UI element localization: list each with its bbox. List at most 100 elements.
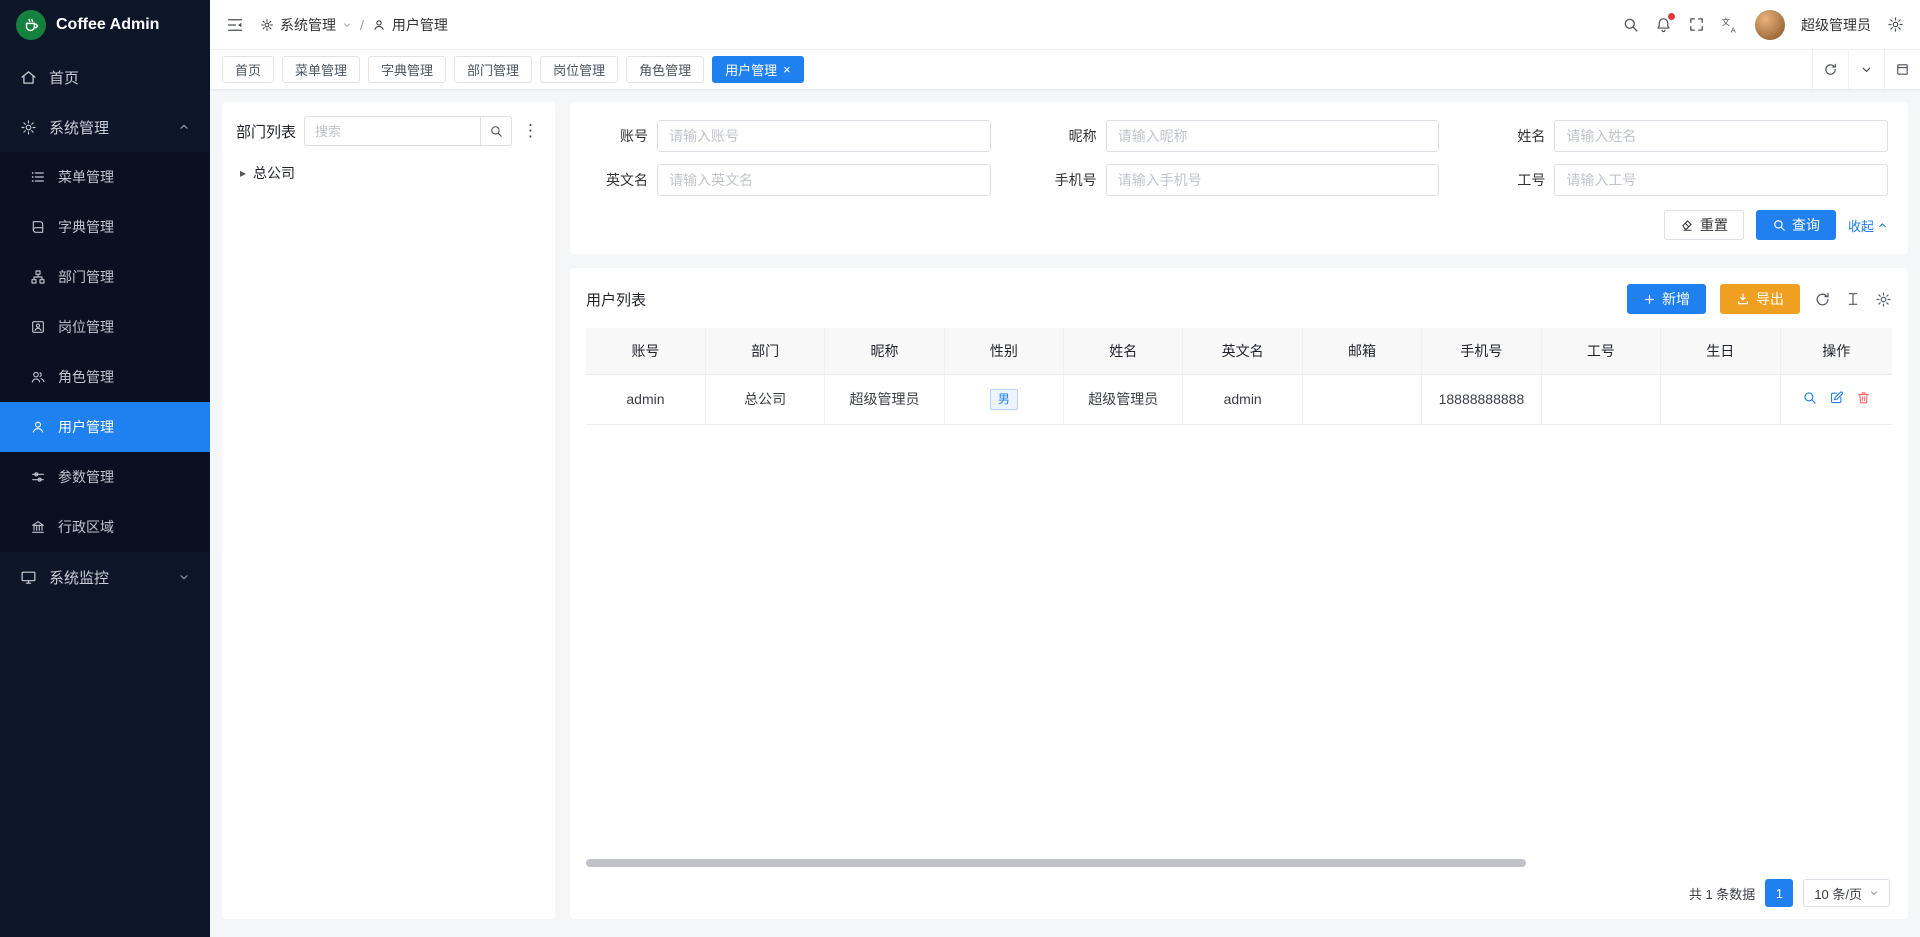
tab-department-management[interactable]: 部门管理: [454, 56, 532, 83]
column-header-phone: 手机号: [1422, 328, 1541, 374]
tab-home[interactable]: 首页: [222, 56, 274, 83]
notification-dot: [1668, 13, 1675, 20]
field-label: 工号: [1487, 170, 1545, 190]
monitor-icon: [20, 569, 37, 586]
chevron-down-icon[interactable]: [1848, 50, 1884, 89]
cell-english-name: admin: [1183, 374, 1302, 424]
department-tree: ▸ 总公司: [236, 158, 541, 188]
account-input[interactable]: [657, 120, 991, 152]
maximize-icon[interactable]: [1884, 50, 1920, 89]
view-icon[interactable]: [1802, 390, 1817, 405]
sidebar-item-role-management[interactable]: 角色管理: [0, 352, 210, 402]
tab-label: 字典管理: [381, 60, 433, 79]
refresh-icon[interactable]: [1814, 291, 1831, 308]
breadcrumb-label: 用户管理: [392, 15, 448, 35]
tab-role-management[interactable]: 角色管理: [626, 56, 704, 83]
svg-text:A: A: [1731, 25, 1736, 34]
column-settings-gear-icon[interactable]: [1875, 291, 1892, 308]
cell-work-no: [1541, 374, 1660, 424]
tree-node-company[interactable]: ▸ 总公司: [236, 158, 541, 188]
breadcrumb-item-system[interactable]: 系统管理: [260, 15, 352, 35]
column-header-english-name: 英文名: [1183, 328, 1302, 374]
collapse-toggle[interactable]: 收起: [1848, 216, 1888, 235]
row-height-icon[interactable]: [1845, 291, 1861, 307]
edit-icon[interactable]: [1829, 390, 1844, 405]
search-icon[interactable]: [480, 116, 512, 146]
user-name[interactable]: 超级管理员: [1801, 15, 1871, 35]
sidebar-item-admin-region[interactable]: 行政区域: [0, 502, 210, 552]
settings-gear-icon[interactable]: [1887, 16, 1904, 33]
caret-right-icon[interactable]: ▸: [240, 166, 246, 180]
sidebar-item-label: 部门管理: [58, 267, 190, 287]
field-label: 手机号: [1039, 170, 1097, 190]
table-toolbar: 新增 导出: [1627, 284, 1892, 314]
work-no-input[interactable]: [1554, 164, 1888, 196]
column-header-actions: 操作: [1780, 328, 1892, 374]
phone-input[interactable]: [1106, 164, 1440, 196]
refresh-icon[interactable]: [1812, 50, 1848, 89]
fullscreen-icon[interactable]: [1688, 16, 1705, 33]
header-actions: 文A 超级管理员: [1622, 10, 1904, 40]
tab-dictionary-management[interactable]: 字典管理: [368, 56, 446, 83]
page-size-select[interactable]: 10 条/页: [1803, 879, 1890, 907]
table-header-row: 账号 部门 昵称 性别 姓名 英文名 邮箱 手机号 工号 生日: [586, 328, 1892, 374]
tab-menu-management[interactable]: 菜单管理: [282, 56, 360, 83]
sidebar-submenu-system: 菜单管理 字典管理 部门管理 岗位管理 角色管理: [0, 152, 210, 552]
sidebar-item-system-monitor[interactable]: 系统监控: [0, 552, 210, 602]
notification-bell-icon[interactable]: [1655, 16, 1672, 33]
menu-collapse-icon[interactable]: [226, 16, 244, 34]
name-input[interactable]: [1554, 120, 1888, 152]
close-icon[interactable]: ×: [783, 63, 791, 76]
tab-tools: [1812, 50, 1920, 89]
button-label: 查询: [1792, 215, 1820, 235]
nickname-input[interactable]: [1106, 120, 1440, 152]
translate-icon[interactable]: 文A: [1721, 16, 1739, 34]
reset-button[interactable]: 重置: [1664, 210, 1744, 240]
app-title: Coffee Admin: [56, 16, 159, 34]
english-name-input[interactable]: [657, 164, 991, 196]
filter-field-english-name: 英文名: [590, 164, 991, 196]
avatar[interactable]: [1755, 10, 1785, 40]
delete-icon[interactable]: [1856, 390, 1871, 405]
sidebar-item-parameter-management[interactable]: 参数管理: [0, 452, 210, 502]
sidebar-item-label: 菜单管理: [58, 167, 190, 187]
sidebar-item-label: 字典管理: [58, 217, 190, 237]
breadcrumb: 系统管理 / 用户管理: [260, 15, 448, 35]
tab-label: 首页: [235, 60, 261, 79]
breadcrumb-item-user-management[interactable]: 用户管理: [372, 15, 448, 35]
sidebar-item-dictionary-management[interactable]: 字典管理: [0, 202, 210, 252]
search-icon[interactable]: [1622, 16, 1639, 33]
cell-phone: 18888888888: [1422, 374, 1541, 424]
table-empty-space: [586, 425, 1892, 856]
pagination: 共 1 条数据 1 10 条/页: [586, 873, 1892, 911]
sidebar-item-home[interactable]: 首页: [0, 52, 210, 102]
filter-field-work-no: 工号: [1487, 164, 1888, 196]
total-count: 共 1 条数据: [1689, 884, 1755, 903]
page-size-value: 10 条/页: [1814, 884, 1862, 903]
org-tree-icon: [30, 269, 46, 285]
right-column: 账号 昵称 姓名 英文名: [570, 102, 1908, 919]
user-icon: [30, 419, 46, 435]
app-root: Coffee Admin 首页 系统管理 菜单管理 字典管理: [0, 0, 1920, 937]
sidebar-item-department-management[interactable]: 部门管理: [0, 252, 210, 302]
sidebar-item-menu-management[interactable]: 菜单管理: [0, 152, 210, 202]
sidebar-item-label: 行政区域: [58, 517, 190, 537]
tab-user-management[interactable]: 用户管理 ×: [712, 56, 804, 83]
sidebar-item-user-management[interactable]: 用户管理: [0, 402, 210, 452]
page-button-1[interactable]: 1: [1765, 879, 1793, 907]
chevron-down-icon: [1869, 888, 1879, 898]
sliders-icon: [30, 469, 46, 485]
export-button[interactable]: 导出: [1720, 284, 1800, 314]
sidebar-item-system[interactable]: 系统管理: [0, 102, 210, 152]
department-search-input[interactable]: [304, 116, 480, 146]
tab-post-management[interactable]: 岗位管理: [540, 56, 618, 83]
more-options-icon[interactable]: ⋮: [520, 121, 541, 141]
add-button[interactable]: 新增: [1627, 284, 1706, 314]
scrollbar-thumb[interactable]: [586, 859, 1526, 867]
cell-birthday: [1661, 374, 1780, 424]
user-table-wrap: 账号 部门 昵称 性别 姓名 英文名 邮箱 手机号 工号 生日: [586, 328, 1892, 425]
search-button[interactable]: 查询: [1756, 210, 1836, 240]
department-search-group: [304, 116, 512, 146]
tab-label: 岗位管理: [553, 60, 605, 79]
sidebar-item-post-management[interactable]: 岗位管理: [0, 302, 210, 352]
